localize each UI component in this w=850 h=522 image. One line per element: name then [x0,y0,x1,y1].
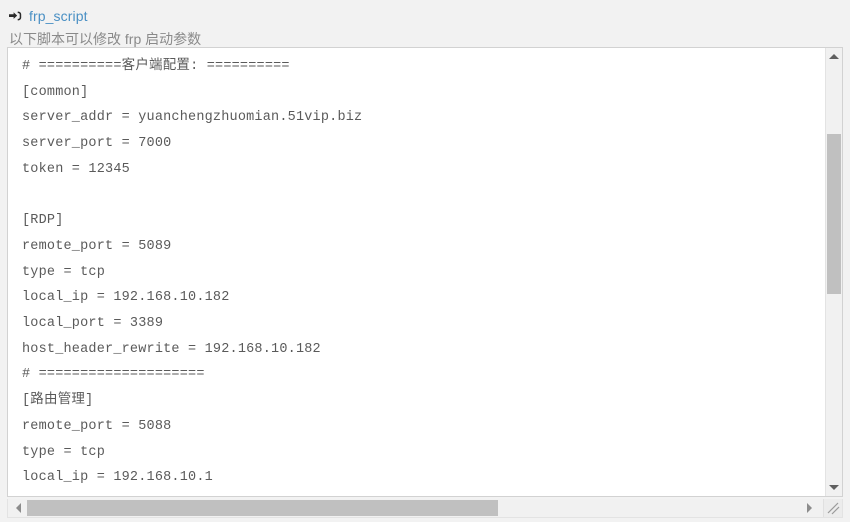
scroll-right-button[interactable] [801,499,818,517]
vertical-scrollbar-thumb[interactable] [827,134,841,294]
vertical-scrollbar[interactable] [825,48,842,496]
script-content[interactable]: # ==========客户端配置: ========== [common] s… [22,54,824,496]
resize-grip-icon[interactable] [823,499,842,517]
horizontal-scrollbar[interactable] [7,499,843,518]
script-editor[interactable]: # ==========客户端配置: ========== [common] s… [7,47,843,497]
page-header: frp_script 以下脚本可以修改 frp 启动参数 [0,0,850,48]
horizontal-scrollbar-thumb[interactable] [27,500,498,516]
triangle-down-icon [829,485,839,490]
code-viewport[interactable]: # ==========客户端配置: ========== [common] s… [8,48,824,496]
scroll-down-button[interactable] [826,479,842,496]
triangle-up-icon [829,54,839,59]
page-title[interactable]: frp_script [29,8,88,24]
title-row: frp_script [8,6,850,26]
page-subtitle: 以下脚本可以修改 frp 启动参数 [9,31,202,47]
scroll-up-button[interactable] [826,48,842,65]
scroll-left-button[interactable] [10,499,27,517]
triangle-right-icon [807,503,812,513]
pointing-hand-icon [8,8,24,24]
triangle-left-icon [16,503,21,513]
